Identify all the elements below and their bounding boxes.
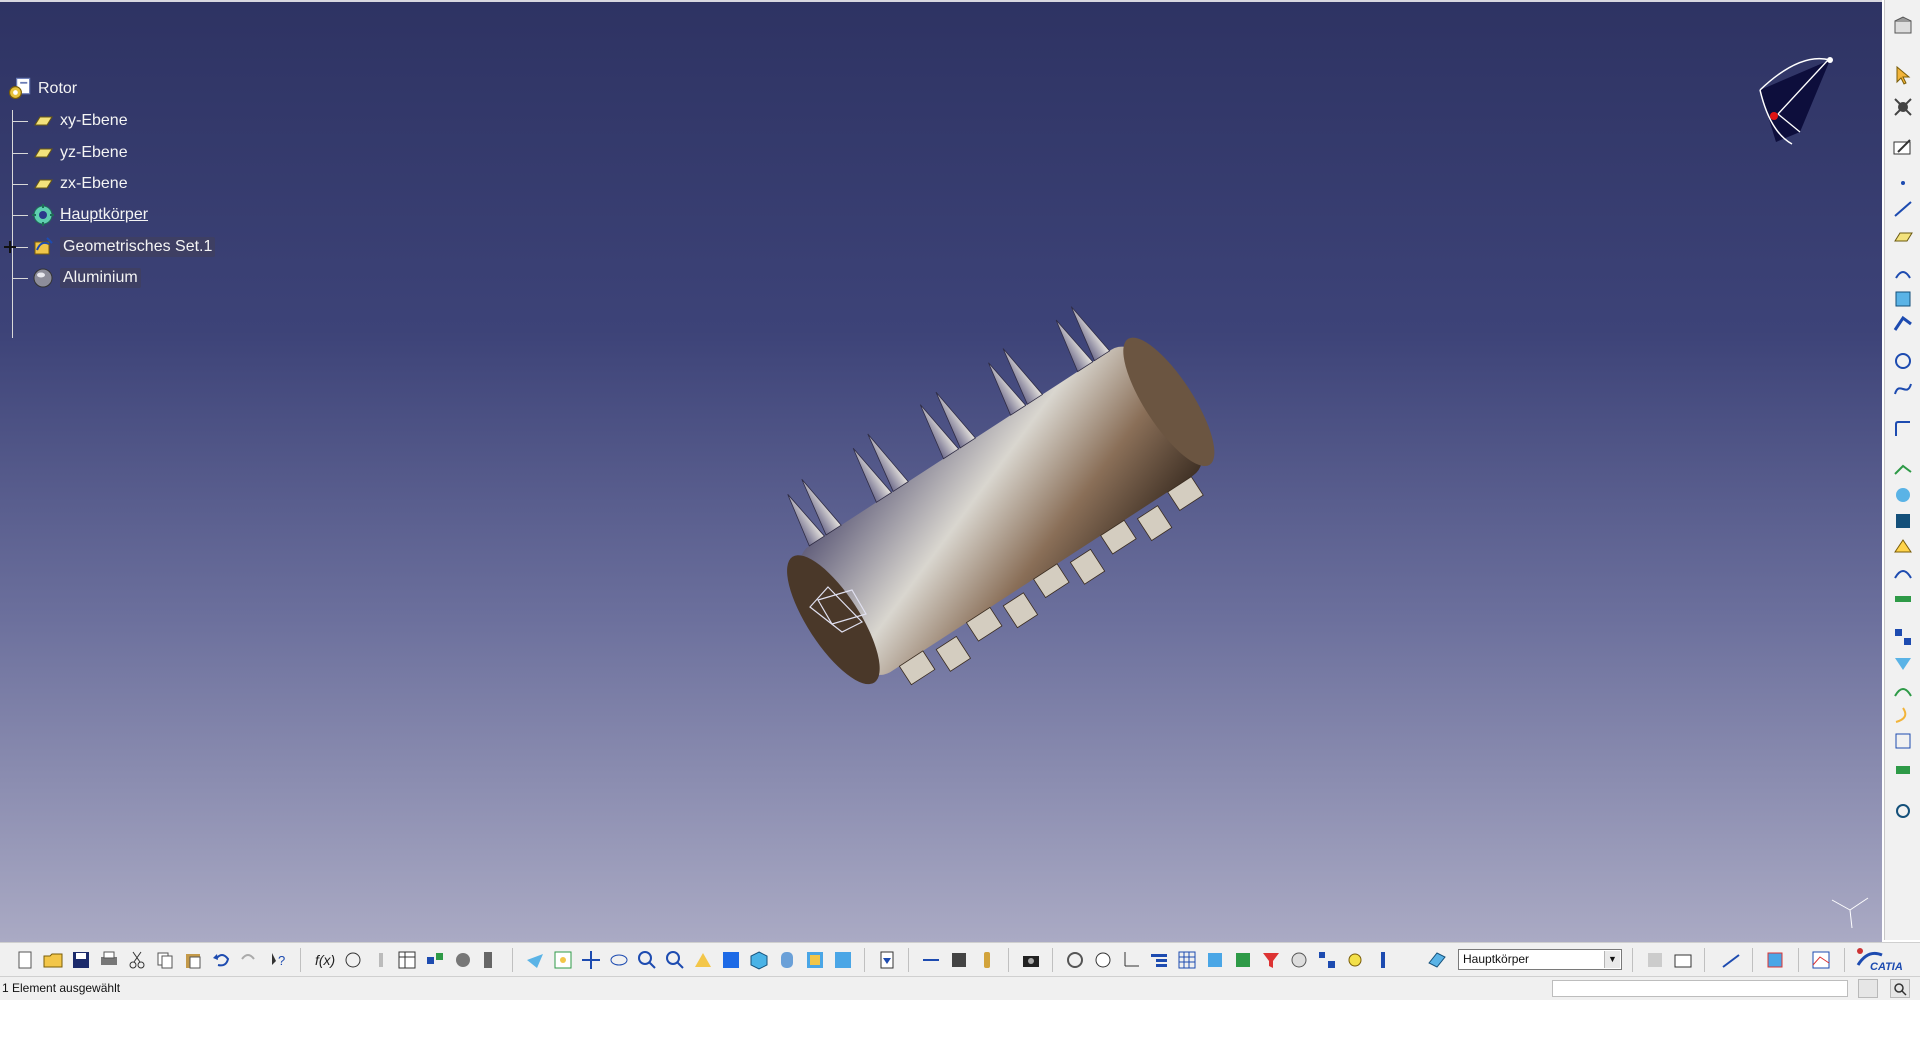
analysis-icon[interactable] — [1810, 949, 1832, 971]
chevron-down-icon: ▼ — [1604, 951, 1620, 968]
page-background — [0, 1000, 1920, 1040]
rotor-3d-model[interactable] — [0, 2, 1882, 942]
status-message: 1 Element ausgewählt — [2, 981, 121, 995]
trim-icon[interactable] — [1892, 510, 1914, 532]
iso-view-icon[interactable] — [748, 949, 770, 971]
compass-icon[interactable] — [1740, 52, 1860, 152]
spec-tree-toggle-icon[interactable] — [1148, 949, 1170, 971]
bottom-toolbar: ? f(x) Hauptkörper ▼ CATIA — [0, 942, 1920, 977]
save-icon[interactable] — [70, 949, 92, 971]
part-body-icon[interactable] — [1764, 949, 1786, 971]
svg-text:f(x): f(x) — [315, 952, 335, 968]
sketch-icon[interactable] — [1892, 136, 1914, 158]
fly-mode-icon[interactable] — [524, 949, 546, 971]
display-mode-icon[interactable] — [1232, 949, 1254, 971]
inertia-icon[interactable] — [976, 949, 998, 971]
sweep-icon[interactable] — [1892, 314, 1914, 336]
thickness-icon[interactable] — [1892, 588, 1914, 610]
helix-icon[interactable] — [1892, 704, 1914, 726]
current-body-value: Hauptkörper — [1463, 952, 1530, 966]
plane-tool-icon[interactable] — [1892, 226, 1914, 248]
revolve-icon[interactable] — [1892, 288, 1914, 310]
zoom-out-icon[interactable] — [664, 949, 686, 971]
lighting-icon[interactable] — [1344, 949, 1366, 971]
measure-icon[interactable] — [1892, 730, 1914, 752]
axis-orientation-icon — [1831, 897, 1869, 929]
symmetry-icon[interactable] — [1892, 652, 1914, 674]
corner-icon[interactable] — [1892, 418, 1914, 440]
whats-this-icon[interactable]: ? — [268, 949, 290, 971]
undo-icon[interactable] — [210, 949, 232, 971]
catia-logo: CATIA — [1850, 945, 1920, 975]
new-file-icon[interactable] — [14, 949, 36, 971]
text-annotation-icon[interactable] — [1720, 949, 1742, 971]
filter-icon[interactable] — [1260, 949, 1282, 971]
cut-icon[interactable] — [126, 949, 148, 971]
material-icon[interactable] — [452, 949, 474, 971]
zoom-in-icon[interactable] — [636, 949, 658, 971]
status-bar: 1 Element ausgewählt — [0, 976, 1920, 1001]
join-icon[interactable] — [1892, 460, 1914, 482]
axis-icon[interactable] — [1120, 949, 1142, 971]
point-icon[interactable] — [1892, 172, 1914, 194]
status-search-button[interactable] — [1890, 979, 1910, 998]
current-body-select[interactable]: Hauptkörper ▼ — [1458, 949, 1622, 970]
update-icon[interactable] — [876, 949, 898, 971]
hierarchy-icon[interactable] — [1316, 949, 1338, 971]
search-icon — [1894, 983, 1907, 996]
fill-icon[interactable] — [1892, 536, 1914, 558]
multi-view-icon[interactable] — [720, 949, 742, 971]
circle-icon[interactable] — [1892, 350, 1914, 372]
swap-visible-icon[interactable] — [832, 949, 854, 971]
offset-icon[interactable] — [1892, 562, 1914, 584]
catia-logo-text: CATIA — [1870, 961, 1903, 973]
extrude-icon[interactable] — [1892, 262, 1914, 284]
layers-icon[interactable] — [1372, 949, 1394, 971]
assembly-icon[interactable] — [1892, 96, 1914, 118]
snap-icon[interactable] — [1204, 949, 1226, 971]
spline-icon[interactable] — [1892, 378, 1914, 400]
law-icon[interactable] — [370, 949, 392, 971]
pattern-icon[interactable] — [1892, 626, 1914, 648]
fit-all-icon[interactable] — [552, 949, 574, 971]
3d-viewport[interactable]: Rotor xy-Ebene yz-Ebene zx-Ebene Hauptkö… — [0, 0, 1882, 942]
tree-icon[interactable] — [480, 949, 502, 971]
paste-icon[interactable] — [182, 949, 204, 971]
status-window-button[interactable] — [1858, 979, 1878, 998]
visualization-icon[interactable] — [1288, 949, 1310, 971]
workbench-icon[interactable] — [1892, 16, 1914, 38]
open-folder-icon[interactable] — [42, 949, 64, 971]
work-object-icon[interactable] — [1426, 949, 1448, 971]
rotate-view-icon[interactable] — [1064, 949, 1086, 971]
rotate-icon[interactable] — [608, 949, 630, 971]
dress-up-icon[interactable] — [1672, 949, 1694, 971]
copy-icon[interactable] — [154, 949, 176, 971]
capture-icon[interactable] — [1020, 949, 1042, 971]
measure-between-icon[interactable] — [920, 949, 942, 971]
pan-icon[interactable] — [580, 949, 602, 971]
design-table-icon[interactable] — [396, 949, 418, 971]
catalog-icon[interactable] — [424, 949, 446, 971]
hand-icon[interactable] — [1092, 949, 1114, 971]
formula-icon[interactable]: f(x) — [314, 949, 336, 971]
redo-icon[interactable] — [238, 949, 260, 971]
tool-icon[interactable] — [1892, 756, 1914, 778]
right-toolbar — [1884, 0, 1920, 940]
split-icon[interactable] — [1892, 484, 1914, 506]
shading-icon[interactable] — [776, 949, 798, 971]
grid-icon[interactable] — [1176, 949, 1198, 971]
svg-text:?: ? — [278, 953, 285, 968]
measure-item-icon[interactable] — [948, 949, 970, 971]
sketch-tools-icon[interactable] — [1644, 949, 1666, 971]
knowledge-icon[interactable] — [342, 949, 364, 971]
power-input-field[interactable] — [1552, 980, 1848, 997]
hide-show-icon[interactable] — [804, 949, 826, 971]
normal-view-icon[interactable] — [692, 949, 714, 971]
repeat-icon[interactable] — [1892, 800, 1914, 822]
select-arrow-icon[interactable] — [1892, 64, 1914, 86]
print-icon[interactable] — [98, 949, 120, 971]
line-icon[interactable] — [1892, 198, 1914, 220]
arc-icon[interactable] — [1892, 680, 1914, 702]
